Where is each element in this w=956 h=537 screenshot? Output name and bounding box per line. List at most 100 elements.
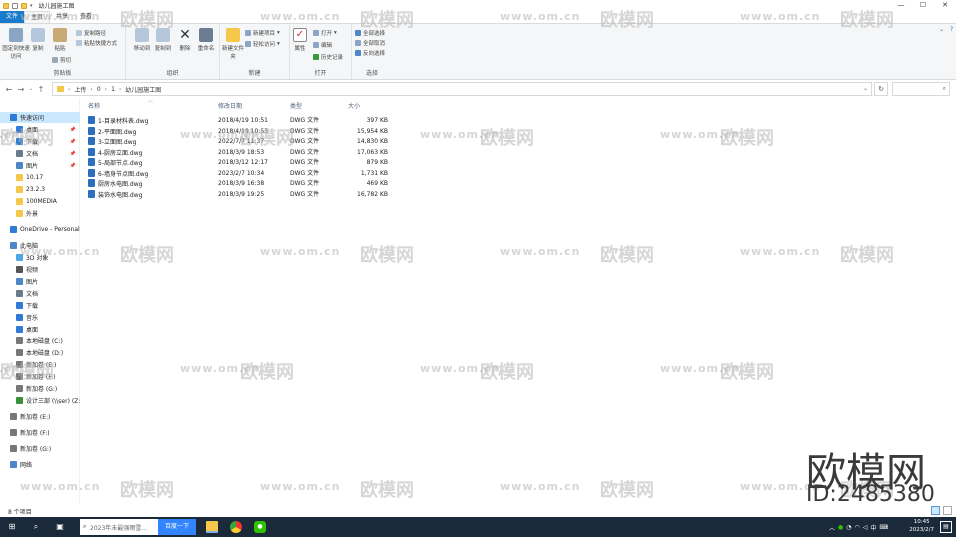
recent-chevron-icon[interactable]: ⌄ bbox=[27, 86, 35, 92]
nav-item[interactable]: 视频 bbox=[0, 264, 80, 275]
pin-icon[interactable]: 📌 bbox=[70, 163, 76, 169]
column-header-size[interactable]: 大小 bbox=[348, 101, 360, 110]
tab-share[interactable]: 共享 bbox=[50, 11, 74, 23]
nav-item[interactable]: 新加卷 (E:) bbox=[0, 411, 80, 422]
breadcrumb-item[interactable]: 0 bbox=[97, 86, 101, 93]
nav-item[interactable]: 此电脑 bbox=[0, 240, 80, 251]
nav-item[interactable]: 新加卷 (G:) bbox=[0, 443, 80, 454]
address-bar[interactable]: › 上传 › 0 › 1 › 幼儿园施工图 ⌄ bbox=[52, 82, 872, 96]
nav-item[interactable]: 图片 📌 bbox=[0, 160, 80, 171]
close-button[interactable]: ✕ bbox=[934, 0, 956, 11]
collapse-ribbon-icon[interactable]: ⌄ bbox=[939, 26, 944, 33]
back-arrow-icon[interactable]: ← bbox=[3, 85, 15, 94]
column-header-name[interactable]: 名称 bbox=[88, 101, 100, 110]
invert-selection-button[interactable]: 反向选择 bbox=[355, 49, 385, 57]
nav-item[interactable]: 图片 bbox=[0, 276, 80, 287]
edit-button[interactable]: 编辑 bbox=[313, 41, 332, 49]
notification-icon[interactable]: ▤ bbox=[940, 521, 952, 533]
open-button[interactable]: 打开 ▾ bbox=[313, 29, 337, 37]
address-dropdown-icon[interactable]: ⌄ bbox=[863, 85, 868, 92]
nav-item[interactable]: 新加卷 (F:) bbox=[0, 371, 80, 382]
tab-view[interactable]: 查看 bbox=[74, 11, 98, 23]
volume-icon[interactable]: ◁ bbox=[863, 524, 868, 531]
paste-button[interactable]: 粘贴 bbox=[49, 28, 71, 52]
nav-item[interactable]: 网络 bbox=[0, 459, 80, 470]
windows-start-icon[interactable]: ⊞ bbox=[6, 521, 18, 533]
forward-arrow-icon[interactable]: → bbox=[15, 85, 27, 94]
nav-item[interactable]: 本地磁盘 (D:) bbox=[0, 347, 80, 358]
new-item-button[interactable]: 新建项目 ▾ bbox=[245, 29, 280, 37]
copy-path-button[interactable]: 复制路径 bbox=[76, 29, 106, 37]
nav-item[interactable]: 下载 📌 bbox=[0, 136, 80, 147]
help-icon[interactable]: ? bbox=[950, 26, 953, 33]
chevron-up-icon[interactable]: ︿ bbox=[829, 523, 835, 532]
pin-icon[interactable]: 📌 bbox=[70, 151, 76, 157]
nav-item[interactable]: 100MEDIA bbox=[0, 196, 80, 207]
clock[interactable]: 10:45 2023/2/7 bbox=[909, 518, 934, 534]
pin-icon[interactable]: 📌 bbox=[70, 139, 76, 145]
nav-item[interactable]: OneDrive - Personal bbox=[0, 224, 80, 235]
properties-icon[interactable] bbox=[12, 2, 18, 9]
tab-file[interactable]: 文件 bbox=[0, 11, 25, 23]
wechat-tray-icon[interactable]: ● bbox=[838, 524, 843, 531]
navigation-pane[interactable]: 快速访问 桌面 📌 下载 📌 文档 📌 图片 📌 10.17 23.2.3 100MEDIA 外景 One… bbox=[0, 98, 80, 504]
chrome-icon[interactable] bbox=[230, 521, 242, 533]
nav-item[interactable]: 下载 bbox=[0, 300, 80, 311]
nav-item[interactable]: 新加卷 (G:) bbox=[0, 383, 80, 394]
taskbar-search-box[interactable]: ⌕ 2023年未最强雨雪... bbox=[80, 519, 158, 535]
file-row[interactable]: 3-立面图.dwg 2022/7/7 11:37 DWG 文件 14,830 KB bbox=[86, 137, 396, 148]
file-row[interactable]: 6-墙身节点图.dwg 2023/2/7 10:34 DWG 文件 1,731 KB bbox=[86, 168, 396, 180]
properties-button[interactable]: ✓ 属性 bbox=[290, 28, 310, 52]
maximize-button[interactable]: ☐ bbox=[912, 0, 934, 11]
file-row[interactable]: 4-厨房立面.dwg 2018/3/9 18:53 DWG 文件 17,063 KB bbox=[86, 147, 396, 159]
wechat-icon[interactable]: ● bbox=[254, 521, 266, 533]
breadcrumb-item[interactable]: 1 bbox=[111, 86, 115, 93]
nav-item[interactable]: 新加卷 (E:) bbox=[0, 359, 80, 370]
network-icon[interactable]: ◔ bbox=[846, 524, 851, 531]
nav-item[interactable]: 文档 📌 bbox=[0, 148, 80, 159]
file-row[interactable]: 厨房水电图.dwg 2018/3/9 16:38 DWG 文件 469 KB bbox=[86, 179, 396, 190]
minimize-button[interactable]: — bbox=[890, 0, 912, 11]
pin-icon[interactable]: 📌 bbox=[70, 127, 76, 133]
nav-item[interactable]: 快速访问 bbox=[0, 112, 80, 123]
column-header-type[interactable]: 类型 bbox=[290, 101, 302, 110]
details-view-icon[interactable] bbox=[931, 506, 940, 515]
nav-item[interactable]: 桌面 bbox=[0, 324, 80, 335]
refresh-button[interactable]: ↻ bbox=[874, 82, 888, 96]
breadcrumb-item[interactable]: 上传 bbox=[74, 85, 86, 94]
select-all-button[interactable]: 全部选择 bbox=[355, 29, 385, 37]
copy-button[interactable]: 复制 bbox=[28, 28, 48, 52]
nav-item[interactable]: 设计三部 (\\ser) (Z:) bbox=[0, 395, 80, 406]
file-row[interactable]: 2-平面图.dwg 2018/4/19 10:53 DWG 文件 15,954 KB bbox=[86, 126, 396, 138]
file-row[interactable]: 5-局部节点.dwg 2018/3/12 12:17 DWG 文件 879 KB bbox=[86, 158, 396, 169]
nav-item[interactable]: 3D 对象 bbox=[0, 252, 80, 263]
wifi-icon[interactable]: ◠ bbox=[854, 524, 859, 531]
history-button[interactable]: 历史记录 bbox=[313, 53, 343, 61]
nav-item[interactable]: 本地磁盘 (C:) bbox=[0, 335, 80, 346]
input-method-icon[interactable]: ⌨ bbox=[879, 524, 888, 531]
breadcrumb-item[interactable]: 幼儿园施工图 bbox=[125, 85, 161, 94]
large-icons-view-icon[interactable] bbox=[943, 506, 952, 515]
file-row[interactable]: 1-目录材料表.dwg 2018/4/19 10:51 DWG 文件 397 KB bbox=[86, 116, 396, 127]
file-row[interactable]: 装饰水电图.dwg 2018/3/9 19:25 DWG 文件 16,782 KB bbox=[86, 189, 396, 201]
nav-item[interactable]: 外景 bbox=[0, 208, 80, 219]
select-none-button[interactable]: 全部取消 bbox=[355, 39, 385, 47]
paste-shortcut-button[interactable]: 粘贴快捷方式 bbox=[76, 39, 117, 47]
search-input[interactable]: ⌕ bbox=[892, 82, 950, 96]
nav-item[interactable]: 新加卷 (F:) bbox=[0, 427, 80, 438]
new-folder-button[interactable]: 新建文件夹 bbox=[222, 28, 244, 60]
search-icon[interactable]: ⌕ bbox=[30, 521, 42, 533]
cut-button[interactable]: 剪切 bbox=[52, 56, 71, 64]
easy-access-button[interactable]: 轻松访问 ▾ bbox=[245, 40, 280, 48]
pin-quick-access-button[interactable]: 固定到快速访问 bbox=[2, 28, 30, 60]
nav-item[interactable]: 10.17 bbox=[0, 172, 80, 183]
nav-item[interactable]: 音乐 bbox=[0, 312, 80, 323]
chevron-down-icon[interactable]: ▾ bbox=[30, 3, 33, 9]
nav-item[interactable]: 桌面 📌 bbox=[0, 124, 80, 135]
nav-item[interactable]: 文档 bbox=[0, 288, 80, 299]
rename-button[interactable]: 重命名 bbox=[193, 28, 219, 52]
column-header-modified[interactable]: 修改日期 bbox=[218, 101, 242, 110]
up-arrow-icon[interactable]: ↑ bbox=[35, 85, 47, 94]
tab-home[interactable]: 主页 bbox=[24, 11, 51, 23]
ime-indicator[interactable]: 中 bbox=[870, 523, 876, 532]
